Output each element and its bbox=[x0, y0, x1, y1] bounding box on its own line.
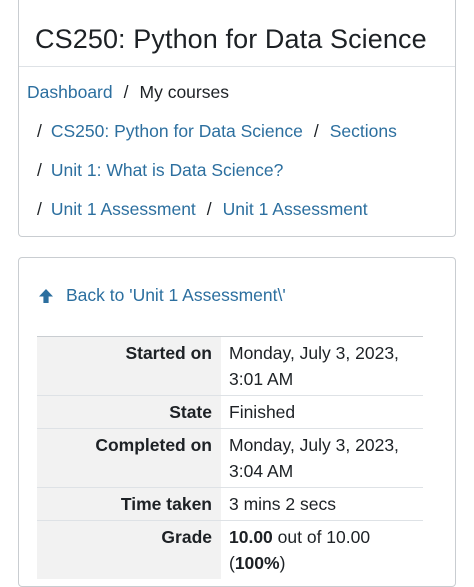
completed-on-label: Completed on bbox=[37, 428, 221, 488]
grade-score: 10.00 bbox=[229, 527, 273, 547]
breadcrumb-row-3: / Unit 1: What is Data Science? bbox=[37, 159, 283, 181]
breadcrumb-my-courses: My courses bbox=[139, 82, 229, 102]
table-row: Completed on Monday, July 3, 2023, 3:04 A… bbox=[37, 428, 423, 488]
time-taken-label: Time taken bbox=[37, 487, 221, 521]
grade-paren-close: ) bbox=[279, 553, 286, 573]
grade-label: Grade bbox=[37, 520, 221, 579]
breadcrumb-separator: / bbox=[123, 82, 129, 102]
back-link-label: Back to 'Unit 1 Assessment\' bbox=[66, 285, 286, 305]
state-label: State bbox=[37, 395, 221, 429]
completed-on-value: Monday, July 3, 2023, 3:04 AM bbox=[221, 428, 423, 488]
started-on-label: Started on bbox=[37, 336, 221, 396]
breadcrumb-row-2: / CS250: Python for Data Science / Sections bbox=[37, 120, 397, 142]
breadcrumb-assessment-current[interactable]: Unit 1 Assessment bbox=[223, 199, 368, 219]
breadcrumb-separator: / bbox=[206, 199, 212, 219]
breadcrumb-row-1: Dashboard / My courses bbox=[27, 81, 229, 103]
breadcrumb-course[interactable]: CS250: Python for Data Science bbox=[51, 121, 303, 141]
completed-on-time: 3:04 AM bbox=[229, 461, 294, 481]
breadcrumb-separator: / bbox=[313, 121, 319, 141]
started-on-value: Monday, July 3, 2023, 3:01 AM bbox=[221, 336, 423, 396]
breadcrumb-separator: / bbox=[37, 199, 42, 219]
time-taken-value: 3 mins 2 secs bbox=[221, 487, 423, 521]
table-row: Grade 10.00 out of 10.00 (100%) bbox=[37, 520, 423, 579]
breadcrumb-row-4: / Unit 1 Assessment / Unit 1 Assessment bbox=[37, 198, 368, 220]
breadcrumb-separator: / bbox=[37, 121, 42, 141]
started-on-time: 3:01 AM bbox=[229, 369, 294, 389]
arrow-up-icon bbox=[39, 288, 53, 303]
grade-value: 10.00 out of 10.00 (100%) bbox=[221, 520, 423, 579]
breadcrumb-assessment[interactable]: Unit 1 Assessment bbox=[51, 199, 196, 219]
grade-percent: 100% bbox=[234, 553, 280, 573]
course-header-card: CS250: Python for Data Science Dashboard… bbox=[18, 0, 456, 237]
review-summary-card: Back to 'Unit 1 Assessment\' Started on … bbox=[18, 257, 456, 587]
grade-out-of: out of 10.00 bbox=[272, 527, 371, 547]
table-row: Time taken 3 mins 2 secs bbox=[37, 487, 423, 521]
table-row: State Finished bbox=[37, 395, 423, 429]
breadcrumb-sections[interactable]: Sections bbox=[330, 121, 397, 141]
attempt-summary-table: Started on Monday, July 3, 2023, 3:01 AM … bbox=[37, 336, 423, 579]
started-on-date: Monday, July 3, 2023, bbox=[229, 343, 399, 363]
title-divider bbox=[19, 66, 455, 67]
back-to-assessment-link[interactable]: Back to 'Unit 1 Assessment\' bbox=[37, 285, 286, 306]
state-value: Finished bbox=[221, 395, 423, 429]
completed-on-date: Monday, July 3, 2023, bbox=[229, 435, 399, 455]
breadcrumb-dashboard[interactable]: Dashboard bbox=[27, 82, 113, 102]
breadcrumb-unit[interactable]: Unit 1: What is Data Science? bbox=[51, 160, 283, 180]
table-row: Started on Monday, July 3, 2023, 3:01 AM bbox=[37, 336, 423, 396]
breadcrumb-separator: / bbox=[37, 160, 42, 180]
page-title: CS250: Python for Data Science bbox=[35, 24, 427, 54]
